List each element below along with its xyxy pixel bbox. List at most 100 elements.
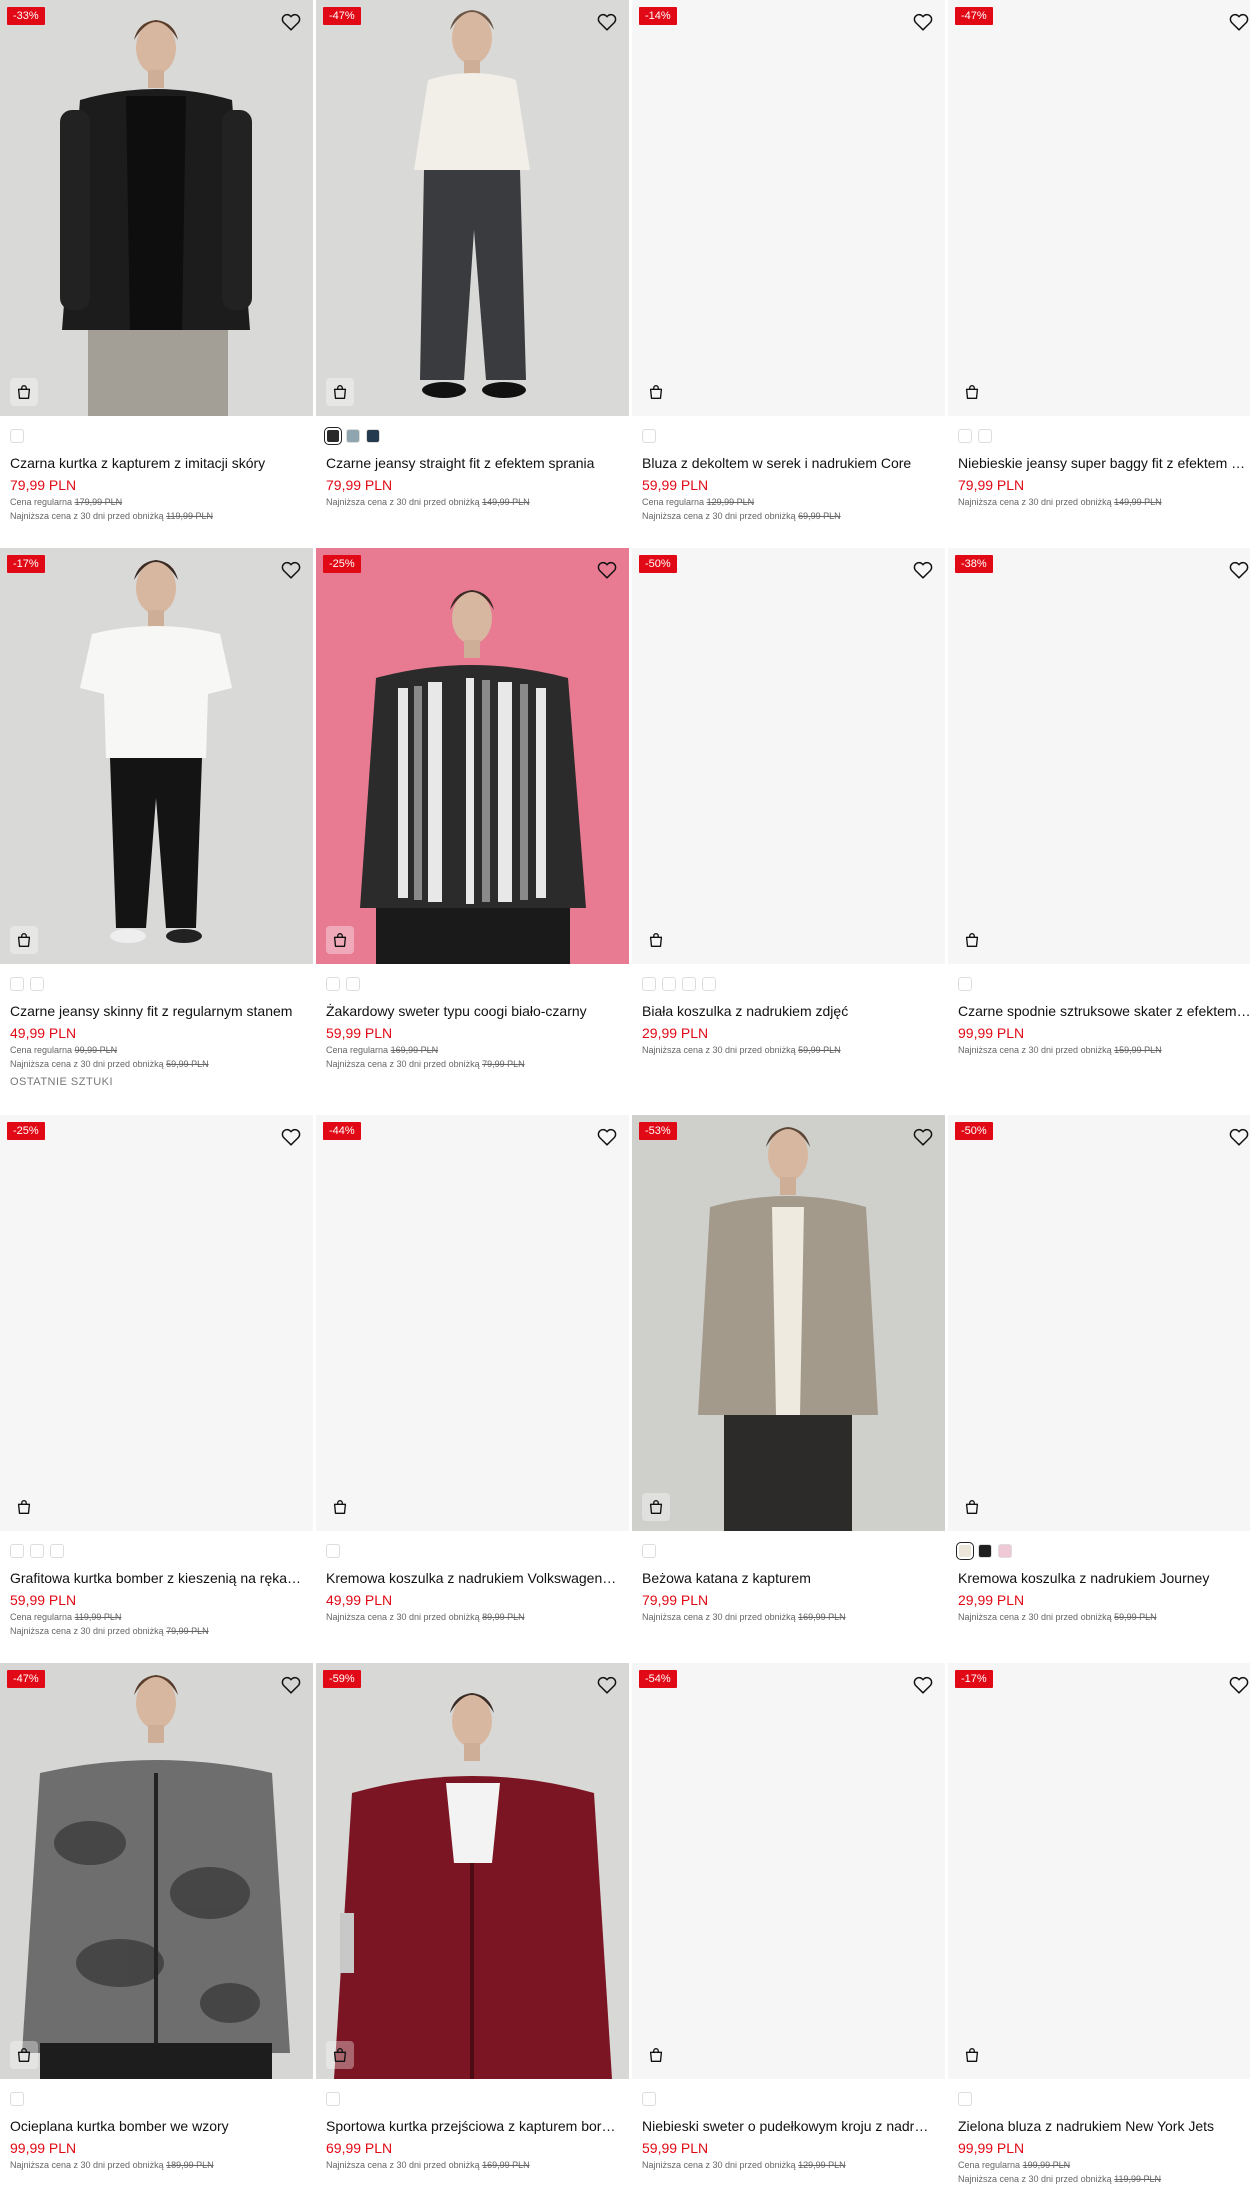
color-swatch[interactable] <box>662 977 676 991</box>
shopping-bag-icon[interactable] <box>958 2041 986 2069</box>
product-image[interactable]: -50% <box>948 1115 1250 1531</box>
heart-icon[interactable] <box>912 1674 934 1696</box>
color-swatch[interactable] <box>30 1544 44 1558</box>
shopping-bag-icon[interactable] <box>958 378 986 406</box>
product-name[interactable]: Żakardowy sweter typu coogi biało-czarny <box>326 1002 619 1020</box>
product-name[interactable]: Niebieski sweter o pudełkowym kroju z na… <box>642 2117 935 2135</box>
shopping-bag-icon[interactable] <box>958 1493 986 1521</box>
product-name[interactable]: Czarne spodnie sztruksowe skater z efekt… <box>958 1002 1250 1020</box>
color-swatch[interactable] <box>346 977 360 991</box>
shopping-bag-icon[interactable] <box>326 1493 354 1521</box>
color-swatch[interactable] <box>956 1542 974 1560</box>
product-name[interactable]: Kremowa koszulka z nadrukiem Volkswagen … <box>326 1569 619 1587</box>
product-card[interactable]: -59% Sportowa kurtka przejściowa z kaptu… <box>316 1663 629 2171</box>
product-name[interactable]: Zielona bluza z nadrukiem New York Jets <box>958 2117 1250 2135</box>
heart-icon[interactable] <box>596 1674 618 1696</box>
heart-icon[interactable] <box>280 11 302 33</box>
shopping-bag-icon[interactable] <box>642 1493 670 1521</box>
product-card[interactable]: -47% Niebieskie jeansy super baggy fit z… <box>948 0 1250 508</box>
product-name[interactable]: Grafitowa kurtka bomber z kieszenią na r… <box>10 1569 303 1587</box>
product-card[interactable]: -17% Czarne jeansy skinny fit z regularn… <box>0 548 313 1088</box>
shopping-bag-icon[interactable] <box>958 926 986 954</box>
shopping-bag-icon[interactable] <box>326 378 354 406</box>
heart-icon[interactable] <box>280 559 302 581</box>
product-name[interactable]: Beżowa katana z kapturem <box>642 1569 935 1587</box>
color-swatch[interactable] <box>30 977 44 991</box>
heart-icon[interactable] <box>912 11 934 33</box>
color-swatch[interactable] <box>10 429 24 443</box>
color-swatch[interactable] <box>958 429 972 443</box>
product-image[interactable]: -47% <box>316 0 629 416</box>
product-card[interactable]: -17% Zielona bluza z nadrukiem New York … <box>948 1663 1250 2185</box>
product-card[interactable]: -47% Ocieplana kurtka bomber we wzory 99… <box>0 1663 313 2171</box>
heart-icon[interactable] <box>280 1674 302 1696</box>
color-swatch[interactable] <box>642 977 656 991</box>
color-swatch[interactable] <box>998 1544 1012 1558</box>
product-image[interactable]: -33% <box>0 0 313 416</box>
heart-icon[interactable] <box>280 1126 302 1148</box>
product-card[interactable]: -25% Grafitowa kurtka bomber z kieszenią… <box>0 1115 313 1637</box>
product-name[interactable]: Bluza z dekoltem w serek i nadrukiem Cor… <box>642 454 935 472</box>
product-name[interactable]: Sportowa kurtka przejściowa z kapturem b… <box>326 2117 619 2135</box>
color-swatch[interactable] <box>10 1544 24 1558</box>
product-image[interactable]: -50% <box>632 548 945 964</box>
product-image[interactable]: -59% <box>316 1663 629 2079</box>
product-card[interactable]: -44% Kremowa koszulka z nadrukiem Volksw… <box>316 1115 629 1623</box>
color-swatch[interactable] <box>326 1544 340 1558</box>
shopping-bag-icon[interactable] <box>10 926 38 954</box>
shopping-bag-icon[interactable] <box>10 1493 38 1521</box>
color-swatch[interactable] <box>326 2092 340 2106</box>
shopping-bag-icon[interactable] <box>642 378 670 406</box>
product-image[interactable]: -14% <box>632 0 945 416</box>
color-swatch[interactable] <box>10 2092 24 2106</box>
product-name[interactable]: Kremowa koszulka z nadrukiem Journey <box>958 1569 1250 1587</box>
shopping-bag-icon[interactable] <box>10 2041 38 2069</box>
product-card[interactable]: -38% Czarne spodnie sztruksowe skater z … <box>948 548 1250 1056</box>
product-image[interactable]: -25% <box>0 1115 313 1531</box>
product-name[interactable]: Czarna kurtka z kapturem z imitacji skór… <box>10 454 303 472</box>
color-swatch[interactable] <box>346 429 360 443</box>
product-image[interactable]: -38% <box>948 548 1250 964</box>
color-swatch[interactable] <box>50 1544 64 1558</box>
color-swatch[interactable] <box>10 977 24 991</box>
heart-icon[interactable] <box>1228 1674 1250 1696</box>
heart-icon[interactable] <box>596 1126 618 1148</box>
product-image[interactable]: -47% <box>0 1663 313 2079</box>
shopping-bag-icon[interactable] <box>326 2041 354 2069</box>
product-name[interactable]: Niebieskie jeansy super baggy fit z efek… <box>958 454 1250 472</box>
product-name[interactable]: Czarne jeansy straight fit z efektem spr… <box>326 454 619 472</box>
product-card[interactable]: -25% Żakardowy sweter typu coogi biało-c… <box>316 548 629 1070</box>
product-image[interactable]: -53% <box>632 1115 945 1531</box>
product-card[interactable]: -53% Beżowa katana z kapturem 79,99 PLN … <box>632 1115 945 1623</box>
color-swatch[interactable] <box>366 429 380 443</box>
shopping-bag-icon[interactable] <box>326 926 354 954</box>
color-swatch[interactable] <box>702 977 716 991</box>
product-card[interactable]: -47% Czarne jeansy straight fit z efekte… <box>316 0 629 508</box>
shopping-bag-icon[interactable] <box>10 378 38 406</box>
product-image[interactable]: -44% <box>316 1115 629 1531</box>
product-card[interactable]: -50% Kremowa koszulka z nadrukiem Journe… <box>948 1115 1250 1623</box>
product-image[interactable]: -47% <box>948 0 1250 416</box>
product-card[interactable]: -14% Bluza z dekoltem w serek i nadrukie… <box>632 0 945 522</box>
color-swatch[interactable] <box>326 977 340 991</box>
color-swatch[interactable] <box>682 977 696 991</box>
color-swatch[interactable] <box>642 2092 656 2106</box>
product-name[interactable]: Czarne jeansy skinny fit z regularnym st… <box>10 1002 303 1020</box>
heart-icon[interactable] <box>912 1126 934 1148</box>
heart-icon[interactable] <box>1228 11 1250 33</box>
color-swatch[interactable] <box>642 429 656 443</box>
shopping-bag-icon[interactable] <box>642 2041 670 2069</box>
product-card[interactable]: -50% Biała koszulka z nadrukiem zdjęć 29… <box>632 548 945 1056</box>
product-image[interactable]: -17% <box>948 1663 1250 2079</box>
shopping-bag-icon[interactable] <box>642 926 670 954</box>
heart-icon[interactable] <box>1228 559 1250 581</box>
heart-icon[interactable] <box>596 11 618 33</box>
color-swatch[interactable] <box>642 1544 656 1558</box>
heart-icon[interactable] <box>1228 1126 1250 1148</box>
color-swatch[interactable] <box>978 1544 992 1558</box>
product-image[interactable]: -17% <box>0 548 313 964</box>
product-name[interactable]: Ocieplana kurtka bomber we wzory <box>10 2117 303 2135</box>
color-swatch[interactable] <box>324 427 342 445</box>
product-image[interactable]: -25% <box>316 548 629 964</box>
color-swatch[interactable] <box>978 429 992 443</box>
